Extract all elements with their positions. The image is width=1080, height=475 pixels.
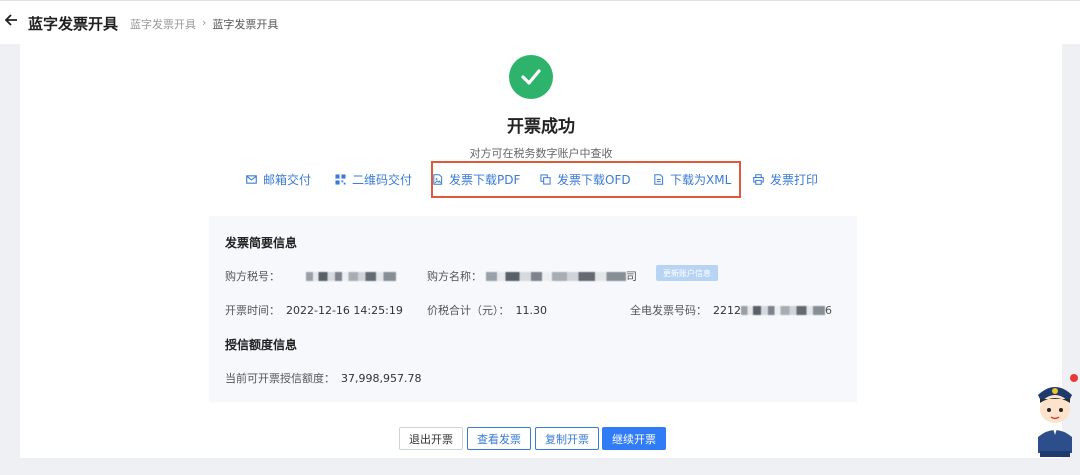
invoice-number-redacted (741, 305, 825, 315)
back-arrow-icon[interactable] (4, 13, 20, 31)
assistant-mascot-icon[interactable] (1030, 373, 1080, 457)
breadcrumb-separator: › (202, 16, 207, 29)
summary-section-title: 发票简要信息 (225, 236, 298, 250)
issue-time-field: 开票时间： 2022-12-16 14:25:19 (225, 302, 403, 318)
total-amount-value: 11.30 (515, 303, 548, 317)
continue-invoicing-button[interactable]: 继续开票 (602, 427, 666, 450)
view-invoice-button[interactable]: 查看发票 (467, 427, 531, 450)
issue-time-value: 2022-12-16 14:25:19 (286, 303, 403, 317)
success-title: 开票成功 (507, 117, 575, 137)
result-card: 开票成功 对方可在税务数字账户中查收 邮箱交付 二维码交付 发票下载PDF 发票… (20, 44, 1062, 458)
total-amount-field: 价税合计（元）： 11.30 (427, 302, 547, 318)
total-amount-label: 价税合计（元）： (427, 304, 510, 317)
qrcode-icon (335, 173, 346, 185)
printer-icon (753, 173, 764, 185)
top-header: 蓝字发票开具 蓝字发票开具 › 蓝字发票开具 (0, 0, 1080, 44)
buyer-name-redacted (486, 271, 626, 281)
breadcrumb-item-parent[interactable]: 蓝字发票开具 (130, 16, 196, 32)
credit-section-title: 授信额度信息 (225, 338, 298, 352)
page-title: 蓝字发票开具 (28, 15, 119, 33)
email-delivery-button[interactable]: 邮箱交付 (246, 170, 311, 188)
credit-limit-field: 当前可开票授信额度： 37,998,957.78 (225, 370, 421, 386)
buyer-tax-label: 购方税号： (225, 270, 280, 283)
invoice-number-suffix: 6 (825, 303, 832, 317)
success-subtitle: 对方可在税务数字账户中查收 (469, 147, 613, 160)
invoice-number-label: 全电发票号码： (630, 304, 707, 317)
exit-invoicing-button[interactable]: 退出开票 (399, 427, 463, 450)
print-invoice-button[interactable]: 发票打印 (753, 170, 818, 188)
buyer-tax-redacted (306, 271, 396, 281)
mail-icon (246, 174, 257, 184)
invoice-number-prefix: 2212 (713, 303, 741, 317)
credit-limit-label: 当前可开票授信额度： (225, 372, 335, 385)
breadcrumb-item-current: 蓝字发票开具 (212, 18, 279, 31)
breadcrumb: 蓝字发票开具 › 蓝字发票开具 (130, 16, 278, 32)
update-account-button[interactable]: 更新账户信息 (656, 265, 718, 281)
print-invoice-label: 发票打印 (770, 172, 819, 187)
buyer-name-label: 购方名称： (427, 270, 482, 283)
issue-time-label: 开票时间： (225, 304, 280, 317)
buyer-tax-field: 购方税号： (225, 268, 396, 284)
success-check-icon (509, 55, 553, 99)
page-bottom-strip (0, 458, 1080, 475)
invoice-info-panel: 发票简要信息 购方税号： 购方名称： 司 更新账户信息 开票时间： 2022-1… (209, 216, 857, 402)
buyer-name-suffix: 司 (626, 270, 637, 283)
copy-invoice-button[interactable]: 复制开票 (535, 427, 599, 450)
qrcode-delivery-button[interactable]: 二维码交付 (335, 170, 412, 188)
email-delivery-label: 邮箱交付 (263, 172, 312, 187)
credit-limit-value: 37,998,957.78 (341, 371, 422, 385)
qrcode-delivery-label: 二维码交付 (352, 172, 413, 187)
invoice-number-field: 全电发票号码： 2212 6 (630, 302, 832, 318)
buyer-name-field: 购方名称： 司 (427, 268, 637, 284)
download-options-highlight (431, 161, 741, 198)
